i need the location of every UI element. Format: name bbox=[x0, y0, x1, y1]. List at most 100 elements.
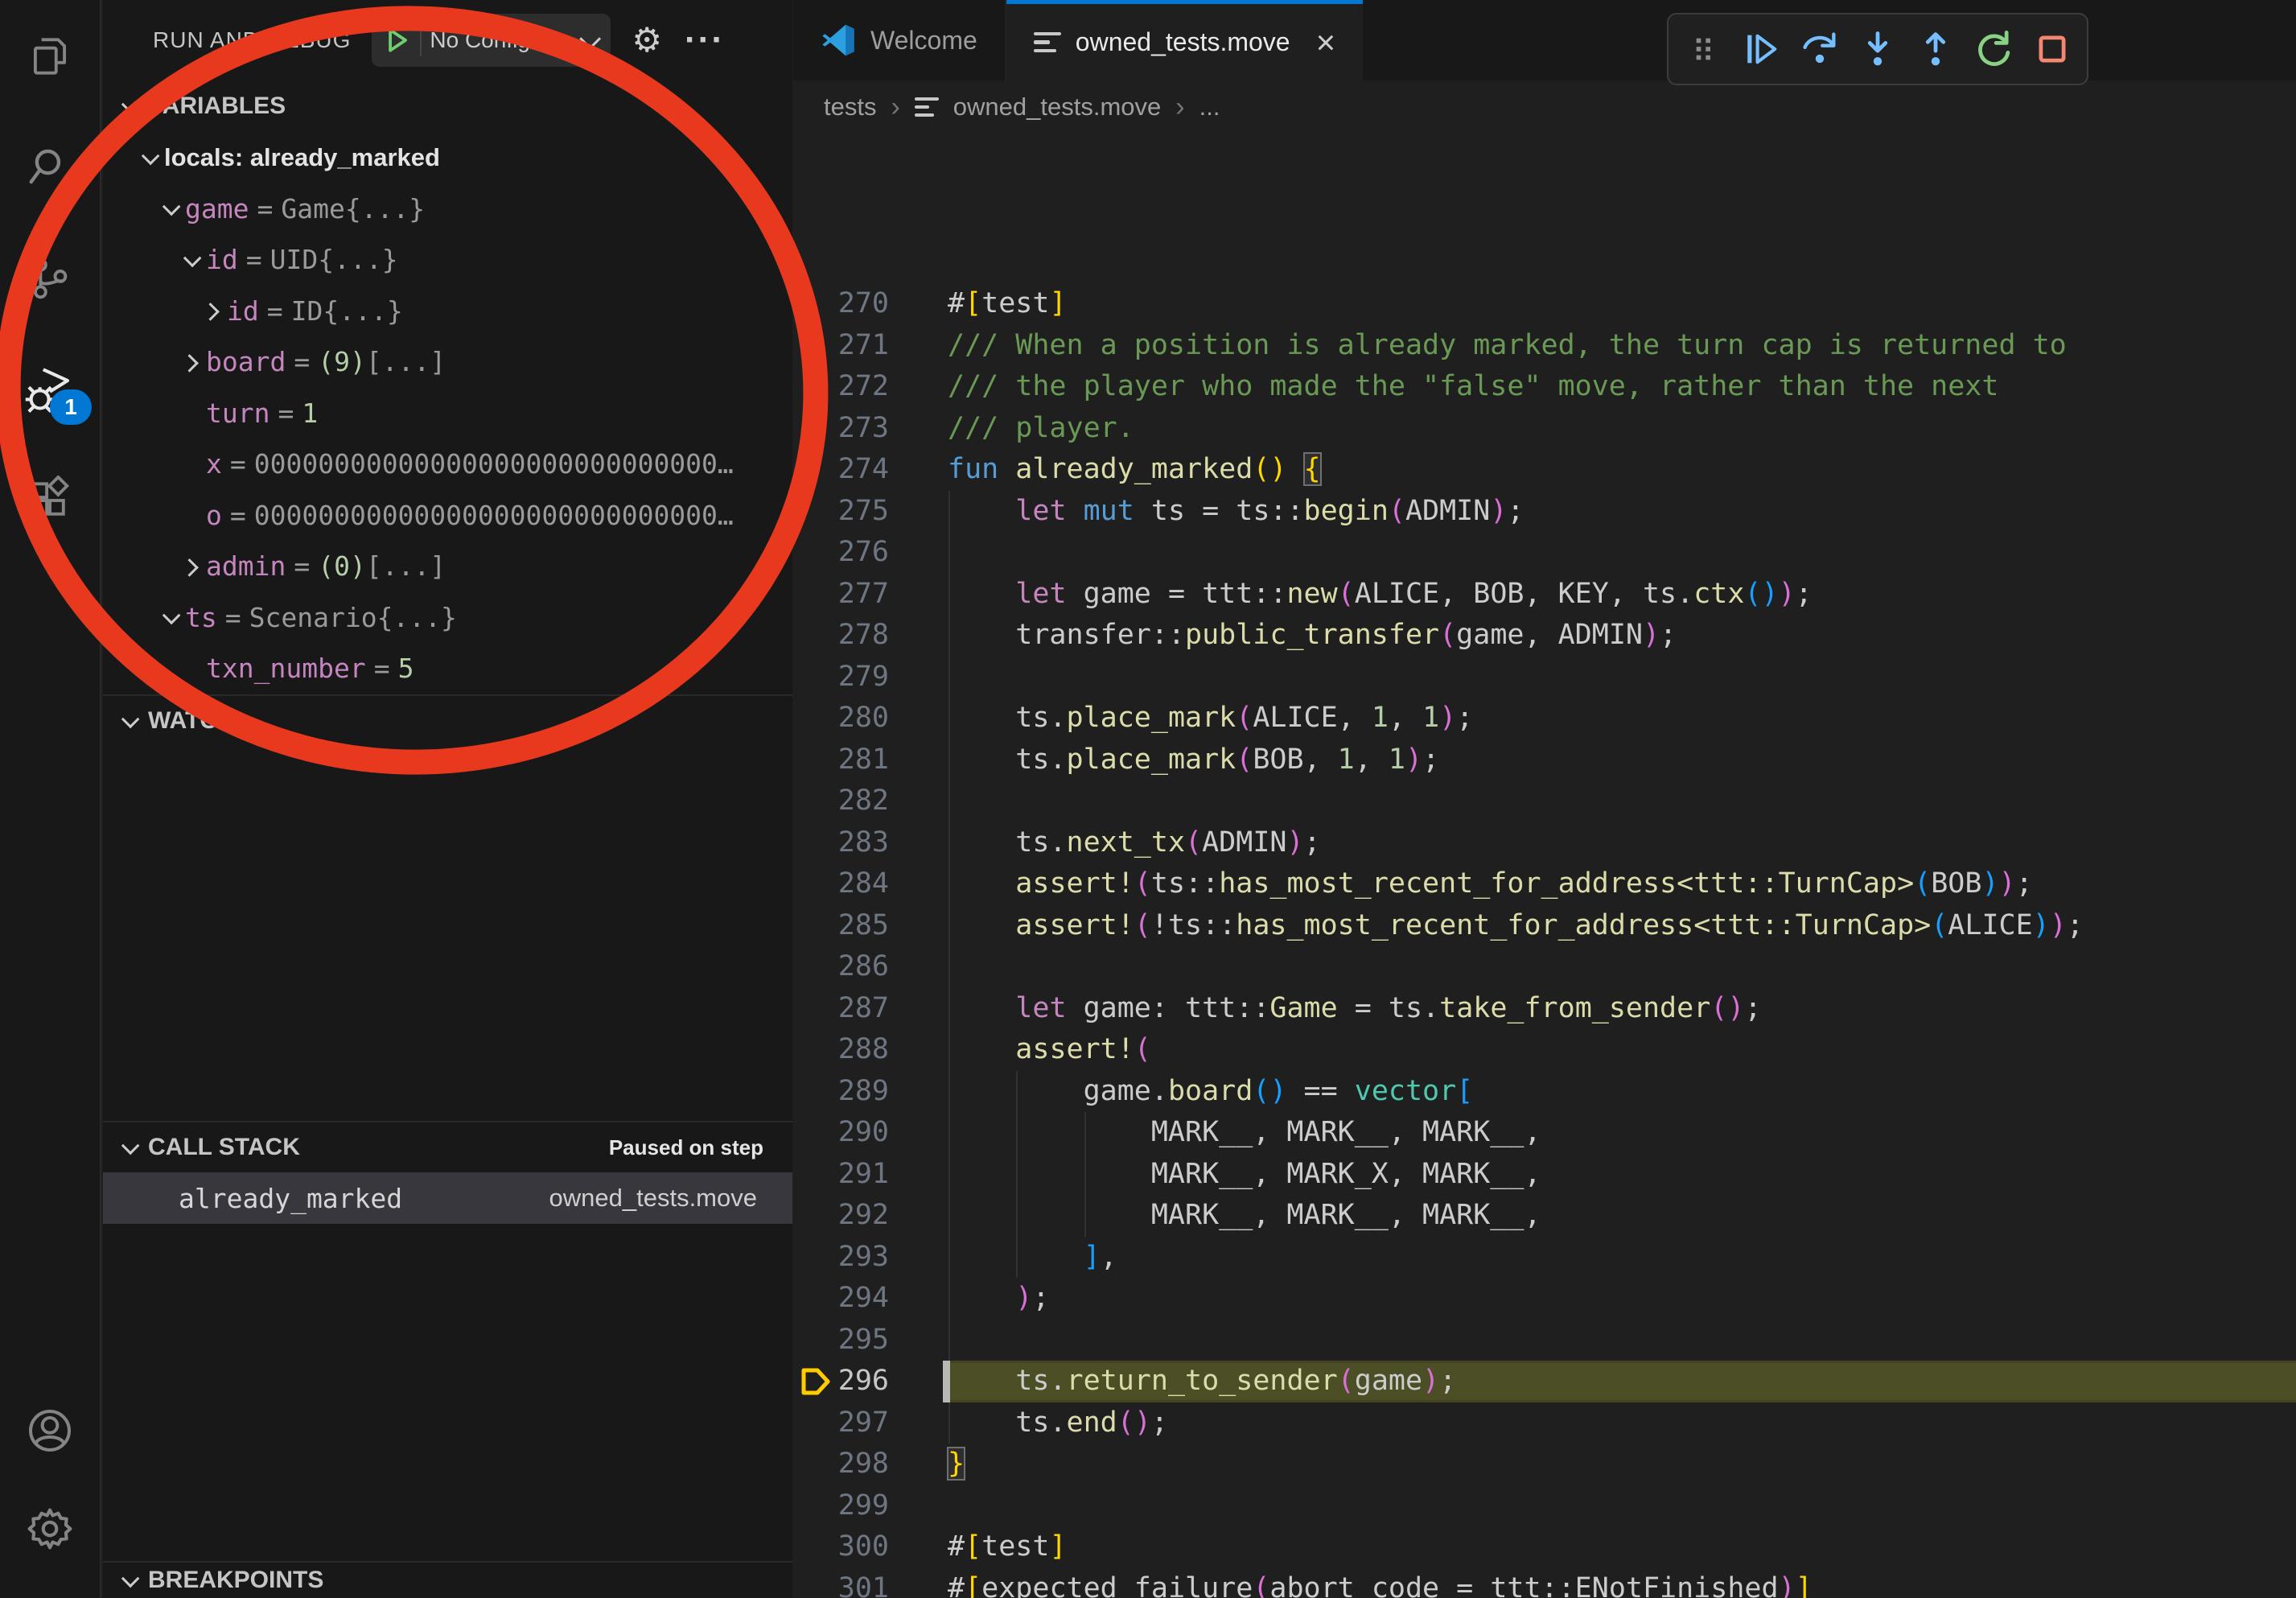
line-number[interactable]: 300 bbox=[793, 1526, 889, 1568]
debug-config-dropdown[interactable]: No Configurations bbox=[372, 14, 611, 67]
code-line[interactable]: 301#[expected_failure(abort_code = ttt::… bbox=[793, 1568, 2296, 1598]
stop-button[interactable] bbox=[2029, 26, 2076, 72]
code-line[interactable]: 300#[test] bbox=[793, 1526, 2296, 1568]
code-line[interactable]: 278 transfer::public_transfer(game, ADMI… bbox=[793, 615, 2296, 657]
line-number[interactable]: 294 bbox=[793, 1278, 889, 1320]
line-number[interactable]: 295 bbox=[793, 1320, 889, 1361]
variable-row[interactable]: o=00000000000000000000000000000… bbox=[103, 490, 792, 542]
line-number[interactable]: 283 bbox=[793, 822, 889, 864]
code-line[interactable]: 276 bbox=[793, 532, 2296, 574]
code-line[interactable]: 289 game.board() == vector[ bbox=[793, 1071, 2296, 1113]
line-number[interactable]: 271 bbox=[793, 325, 889, 367]
code-line[interactable]: 286 bbox=[793, 946, 2296, 988]
chevron-right-icon[interactable] bbox=[175, 356, 206, 369]
line-number[interactable]: 288 bbox=[793, 1029, 889, 1071]
code-line[interactable]: 288 assert!( bbox=[793, 1029, 2296, 1071]
chevron-down-icon[interactable] bbox=[175, 253, 206, 266]
restart-button[interactable] bbox=[1971, 26, 2018, 72]
debug-gear-icon[interactable]: ⚙ bbox=[632, 23, 662, 57]
code-line[interactable]: 274fun already_marked() { bbox=[793, 449, 2296, 491]
breadcrumb-item-symbol[interactable]: ... bbox=[1199, 93, 1220, 121]
code-line[interactable]: 281 ts.place_mark(BOB, 1, 1); bbox=[793, 739, 2296, 781]
code-line[interactable]: 273/// player. bbox=[793, 408, 2296, 450]
breadcrumb-item-tests[interactable]: tests bbox=[824, 93, 876, 121]
line-number[interactable]: 273 bbox=[793, 408, 889, 450]
start-debug-icon[interactable] bbox=[381, 25, 412, 56]
code-line[interactable]: 299 bbox=[793, 1485, 2296, 1527]
line-number[interactable]: 276 bbox=[793, 532, 889, 574]
source-control-icon[interactable] bbox=[21, 249, 79, 307]
line-number[interactable]: 280 bbox=[793, 698, 889, 739]
variable-row[interactable]: admin=(0)[...] bbox=[103, 541, 792, 592]
variable-row[interactable]: id=UID{...} bbox=[103, 234, 792, 286]
variable-row[interactable]: game=Game{...} bbox=[103, 183, 792, 235]
code-line[interactable]: 294 ); bbox=[793, 1278, 2296, 1320]
line-number[interactable]: 296 bbox=[793, 1361, 889, 1402]
variables-section-header[interactable]: VARIABLES bbox=[103, 80, 792, 132]
line-number[interactable]: 301 bbox=[793, 1568, 889, 1598]
extensions-icon[interactable] bbox=[21, 472, 79, 529]
line-number[interactable]: 282 bbox=[793, 780, 889, 822]
call-stack-frame[interactable]: already_marked owned_tests.move bbox=[103, 1172, 792, 1224]
line-number[interactable]: 275 bbox=[793, 491, 889, 533]
code-line[interactable]: 293 ], bbox=[793, 1237, 2296, 1279]
breakpoints-section-header[interactable]: BREAKPOINTS bbox=[103, 1561, 792, 1598]
variable-row[interactable]: id=ID{...} bbox=[103, 286, 792, 337]
code-line[interactable]: 282 bbox=[793, 780, 2296, 822]
tab-owned-tests[interactable]: owned_tests.move × bbox=[1006, 0, 1363, 80]
step-over-button[interactable] bbox=[1796, 26, 1843, 72]
code-line[interactable]: 291 MARK__, MARK_X, MARK__, bbox=[793, 1154, 2296, 1196]
line-number[interactable]: 292 bbox=[793, 1195, 889, 1237]
variable-row[interactable]: ts=Scenario{...} bbox=[103, 592, 792, 644]
code-line[interactable]: 295 bbox=[793, 1320, 2296, 1361]
toolbar-drag-handle[interactable] bbox=[1680, 26, 1726, 72]
line-number[interactable]: 270 bbox=[793, 283, 889, 325]
code-line[interactable]: 283 ts.next_tx(ADMIN); bbox=[793, 822, 2296, 864]
line-number[interactable]: 278 bbox=[793, 615, 889, 657]
code-line[interactable]: 297 ts.end(); bbox=[793, 1402, 2296, 1444]
chevron-right-icon[interactable] bbox=[196, 304, 227, 317]
line-number[interactable]: 297 bbox=[793, 1402, 889, 1444]
code-line[interactable]: 284 assert!(ts::has_most_recent_for_addr… bbox=[793, 863, 2296, 905]
line-number[interactable]: 285 bbox=[793, 905, 889, 947]
more-actions-icon[interactable]: ··· bbox=[685, 20, 725, 60]
code-line[interactable]: 277 let game = ttt::new(ALICE, BOB, KEY,… bbox=[793, 574, 2296, 616]
code-line[interactable]: 272/// the player who made the "false" m… bbox=[793, 366, 2296, 408]
settings-gear-icon[interactable] bbox=[21, 1500, 79, 1558]
code-line[interactable]: 280 ts.place_mark(ALICE, 1, 1); bbox=[793, 698, 2296, 739]
breadcrumb-item-file[interactable]: owned_tests.move bbox=[953, 93, 1161, 121]
explorer-icon[interactable] bbox=[21, 27, 79, 85]
tab-welcome[interactable]: Welcome bbox=[793, 0, 1006, 80]
close-icon[interactable]: × bbox=[1316, 26, 1336, 60]
step-into-button[interactable] bbox=[1854, 26, 1901, 72]
step-out-button[interactable] bbox=[1912, 26, 1959, 72]
code-line[interactable]: 285 assert!(!ts::has_most_recent_for_add… bbox=[793, 905, 2296, 947]
line-number[interactable]: 293 bbox=[793, 1237, 889, 1279]
watch-section-header[interactable]: WATCH bbox=[103, 694, 792, 746]
line-number[interactable]: 284 bbox=[793, 863, 889, 905]
variable-row[interactable]: locals: already_marked bbox=[103, 132, 792, 183]
chevron-down-icon[interactable] bbox=[154, 202, 185, 215]
code-line[interactable]: 296 ts.return_to_sender(game); bbox=[793, 1361, 2296, 1402]
line-number[interactable]: 299 bbox=[793, 1485, 889, 1527]
code-line[interactable]: 270#[test] bbox=[793, 283, 2296, 325]
code-line[interactable]: 275 let mut ts = ts::begin(ADMIN); bbox=[793, 491, 2296, 533]
search-icon[interactable] bbox=[21, 138, 79, 196]
line-number[interactable]: 298 bbox=[793, 1444, 889, 1485]
line-number[interactable]: 279 bbox=[793, 657, 889, 698]
line-number[interactable]: 287 bbox=[793, 988, 889, 1030]
code-line[interactable]: 287 let game: ttt::Game = ts.take_from_s… bbox=[793, 988, 2296, 1030]
variable-row[interactable]: turn=1 bbox=[103, 388, 792, 439]
chevron-down-icon[interactable] bbox=[154, 611, 185, 624]
line-number[interactable]: 290 bbox=[793, 1112, 889, 1154]
code-line[interactable]: 292 MARK__, MARK__, MARK__, bbox=[793, 1195, 2296, 1237]
call-stack-section-header[interactable]: CALL STACK Paused on step bbox=[103, 1121, 792, 1172]
chevron-right-icon[interactable] bbox=[175, 560, 206, 573]
line-number[interactable]: 272 bbox=[793, 366, 889, 408]
line-number[interactable]: 289 bbox=[793, 1071, 889, 1113]
code-line[interactable]: 271/// When a position is already marked… bbox=[793, 325, 2296, 367]
line-number[interactable]: 286 bbox=[793, 946, 889, 988]
run-and-debug-icon[interactable]: 1 bbox=[21, 360, 79, 418]
variable-row[interactable]: x=00000000000000000000000000000… bbox=[103, 439, 792, 490]
chevron-down-icon[interactable] bbox=[134, 151, 164, 164]
